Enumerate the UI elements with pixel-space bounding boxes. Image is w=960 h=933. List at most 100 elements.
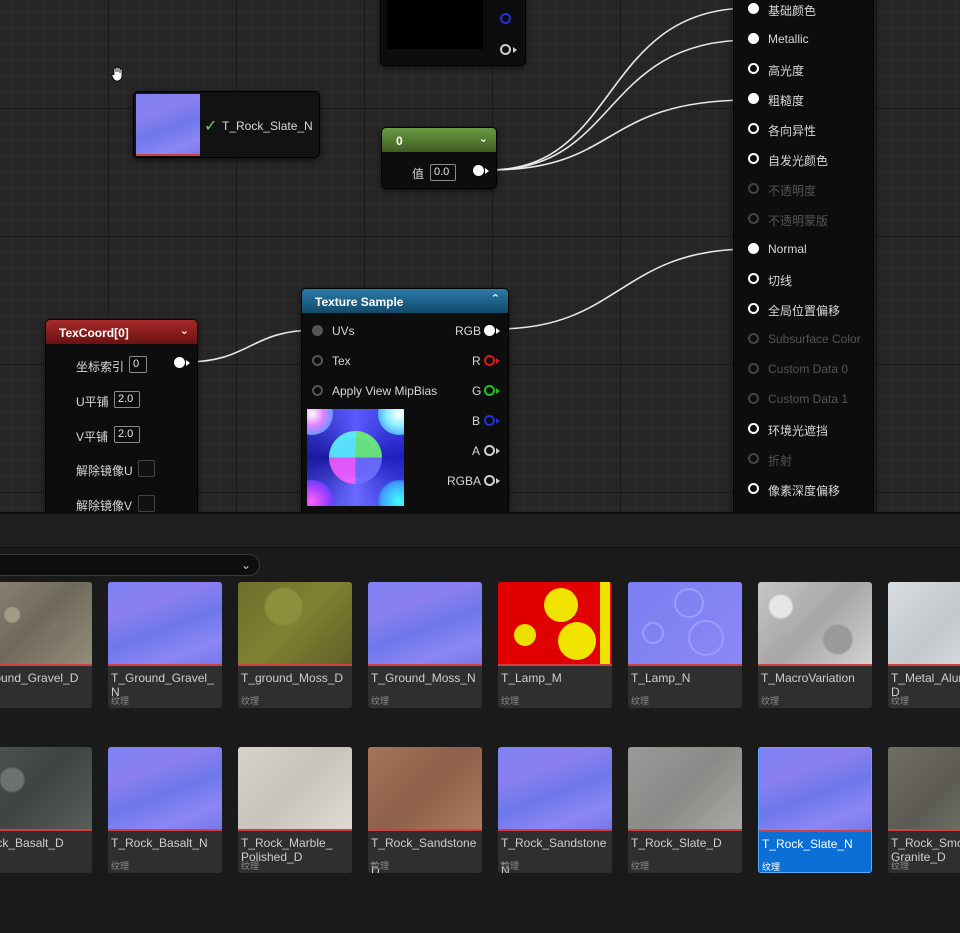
b-output-label: B <box>472 414 481 428</box>
preview-swatch <box>387 0 483 49</box>
r-output-pin[interactable] <box>484 355 495 366</box>
material-input-pin[interactable] <box>748 393 759 404</box>
asset-type-color-bar <box>759 830 871 832</box>
rgb-output-pin[interactable] <box>484 325 495 336</box>
material-input-label: 不透明度 <box>768 184 817 198</box>
asset-type-color-bar <box>108 829 222 831</box>
asset-tile[interactable]: T_Lamp_M 纹理 <box>498 582 612 708</box>
asset-tile[interactable]: T_Metal_Alum D纹理 <box>888 582 960 708</box>
top-preview-node[interactable] <box>380 0 526 66</box>
texcoord-node[interactable]: TexCoord[0] ⌄ 坐标索引 0 U平铺 2.0 V平铺 2.0 解除镜… <box>45 319 198 512</box>
chevron-down-icon[interactable]: ⌄ <box>180 324 189 337</box>
asset-thumbnail <box>108 582 222 664</box>
chevron-down-icon[interactable]: ⌄ <box>241 558 251 572</box>
asset-tile[interactable]: T_Rock_Smo Granite_D 纹理 <box>888 747 960 873</box>
hand-cursor-icon <box>111 66 125 82</box>
material-input-pin[interactable] <box>748 123 759 134</box>
material-input-pin[interactable] <box>748 273 759 284</box>
material-input-pin[interactable] <box>748 453 759 464</box>
g-output-pin[interactable] <box>484 385 495 396</box>
rgba-output-arrow <box>496 478 500 484</box>
material-input-pin[interactable] <box>748 93 759 104</box>
texture-reference-node[interactable]: ✓ T_Rock_Slate_N <box>133 91 320 158</box>
chevron-down-icon[interactable]: ⌄ <box>479 132 488 145</box>
material-input-pin[interactable] <box>748 363 759 374</box>
v-tiling-label: V平铺 <box>76 430 109 444</box>
material-input-pin[interactable] <box>748 303 759 314</box>
asset-tile[interactable]: T_ground_Moss_D 纹理 <box>238 582 352 708</box>
material-input-pin[interactable] <box>748 3 759 14</box>
asset-thumbnail <box>628 747 742 829</box>
a-output-label: A <box>472 444 481 458</box>
asset-tile[interactable]: T_Rock_Marble_ Polished_D 纹理 <box>238 747 352 873</box>
material-result-node[interactable]: 基础颜色 Metallic 高光度 粗糙度 各向异性 自发光颜色 不透明度 不透明蒙版 Norm… <box>733 0 874 512</box>
tex-input-pin[interactable] <box>312 355 323 366</box>
unmirror-v-checkbox[interactable] <box>138 495 155 512</box>
constant-output-arrow <box>485 168 489 174</box>
asset-tile[interactable]: T_Rock_Slate_D 纹理 <box>628 747 742 873</box>
rgb-output-label: RGB <box>455 324 482 338</box>
panel-divider[interactable] <box>0 512 960 548</box>
asset-tile[interactable]: T_Rock_Basalt_N 纹理 <box>108 747 222 873</box>
asset-tile[interactable]: T_Lamp_N 纹理 <box>628 582 742 708</box>
unmirror-u-checkbox[interactable] <box>138 460 155 477</box>
asset-tile[interactable]: T_Rock_Sandstone_ D 纹理 <box>368 747 482 873</box>
constant-value-label: 值 <box>412 167 425 181</box>
u-tiling-field[interactable]: 2.0 <box>114 391 140 408</box>
asset-type-label: 纹理 <box>631 696 650 706</box>
texcoord-output-pin[interactable] <box>174 357 185 368</box>
asset-tile[interactable]: T_MacroVariation 纹理 <box>758 582 872 708</box>
v-tiling-field[interactable]: 2.0 <box>114 426 140 443</box>
asset-type-label: 纹理 <box>501 696 520 706</box>
constant-node[interactable]: 0 ⌄ 值 0.0 <box>381 127 497 189</box>
asset-type-label: 纹理 <box>111 696 130 706</box>
asset-thumbnail <box>238 582 352 664</box>
material-input-pin[interactable] <box>748 483 759 494</box>
asset-tile[interactable]: Rock_Basalt_D纹理 <box>0 747 92 873</box>
constant-node-header[interactable]: 0 ⌄ <box>382 128 496 152</box>
constant-output-pin[interactable] <box>473 165 484 176</box>
material-input-pin[interactable] <box>748 153 759 164</box>
asset-name: T_Lamp_M <box>501 671 562 685</box>
b-output-pin[interactable] <box>484 415 495 426</box>
uvs-input-pin[interactable] <box>312 325 323 336</box>
asset-type-color-bar <box>888 829 960 831</box>
asset-thumbnail <box>0 582 92 664</box>
material-input-label: Subsurface Color <box>768 332 861 346</box>
white-output-pin[interactable] <box>500 44 511 55</box>
asset-tile[interactable]: T_Ground_Moss_N 纹理 <box>368 582 482 708</box>
mipbias-input-pin[interactable] <box>312 385 323 396</box>
asset-tile[interactable]: T_Rock_Slate_N 纹理 <box>758 747 872 873</box>
material-input-pin[interactable] <box>748 243 759 254</box>
b-output-arrow <box>496 418 500 424</box>
coordinate-index-label: 坐标索引 <box>76 360 125 374</box>
g-output-label: G <box>472 384 482 398</box>
asset-tile[interactable]: Ground_Gravel_D纹理 <box>0 582 92 708</box>
wire-constant-basecolor <box>489 7 751 171</box>
material-input-label: 环境光遮挡 <box>768 424 829 438</box>
coordinate-index-field[interactable]: 0 <box>129 356 147 373</box>
material-input-pin[interactable] <box>748 33 759 44</box>
constant-value-field[interactable]: 0.0 <box>430 164 456 181</box>
asset-tile[interactable]: T_Ground_Gravel_N 纹理 <box>108 582 222 708</box>
material-input-pin[interactable] <box>748 333 759 344</box>
texcoord-node-header[interactable]: TexCoord[0] ⌄ <box>46 320 197 344</box>
asset-thumbnail <box>888 582 960 664</box>
wire-texcoord-uvs <box>185 329 317 363</box>
asset-thumbnail <box>759 748 871 830</box>
material-input-pin[interactable] <box>748 423 759 434</box>
a-output-pin[interactable] <box>484 445 495 456</box>
material-input-pin[interactable] <box>748 183 759 194</box>
material-graph-canvas[interactable]: ✓ T_Rock_Slate_N 0 ⌄ 值 0.0 TexCoord[0] ⌄… <box>0 0 960 512</box>
path-filter-combo[interactable]: ⌄ <box>0 554 260 576</box>
chevron-up-icon[interactable]: ⌃ <box>491 292 500 305</box>
blue-output-pin[interactable] <box>500 13 511 24</box>
asset-thumbnail <box>888 747 960 829</box>
texture-sample-header[interactable]: Texture Sample ⌃ <box>302 289 508 313</box>
rgba-output-pin[interactable] <box>484 475 495 486</box>
material-input-pin[interactable] <box>748 213 759 224</box>
texture-sample-node[interactable]: Texture Sample ⌃ UVs Tex Apply View MipB… <box>301 288 509 512</box>
asset-name: T_Ground_Moss_N <box>371 671 476 685</box>
material-input-pin[interactable] <box>748 63 759 74</box>
asset-tile[interactable]: T_Rock_Sandstone_ N 纹理 <box>498 747 612 873</box>
